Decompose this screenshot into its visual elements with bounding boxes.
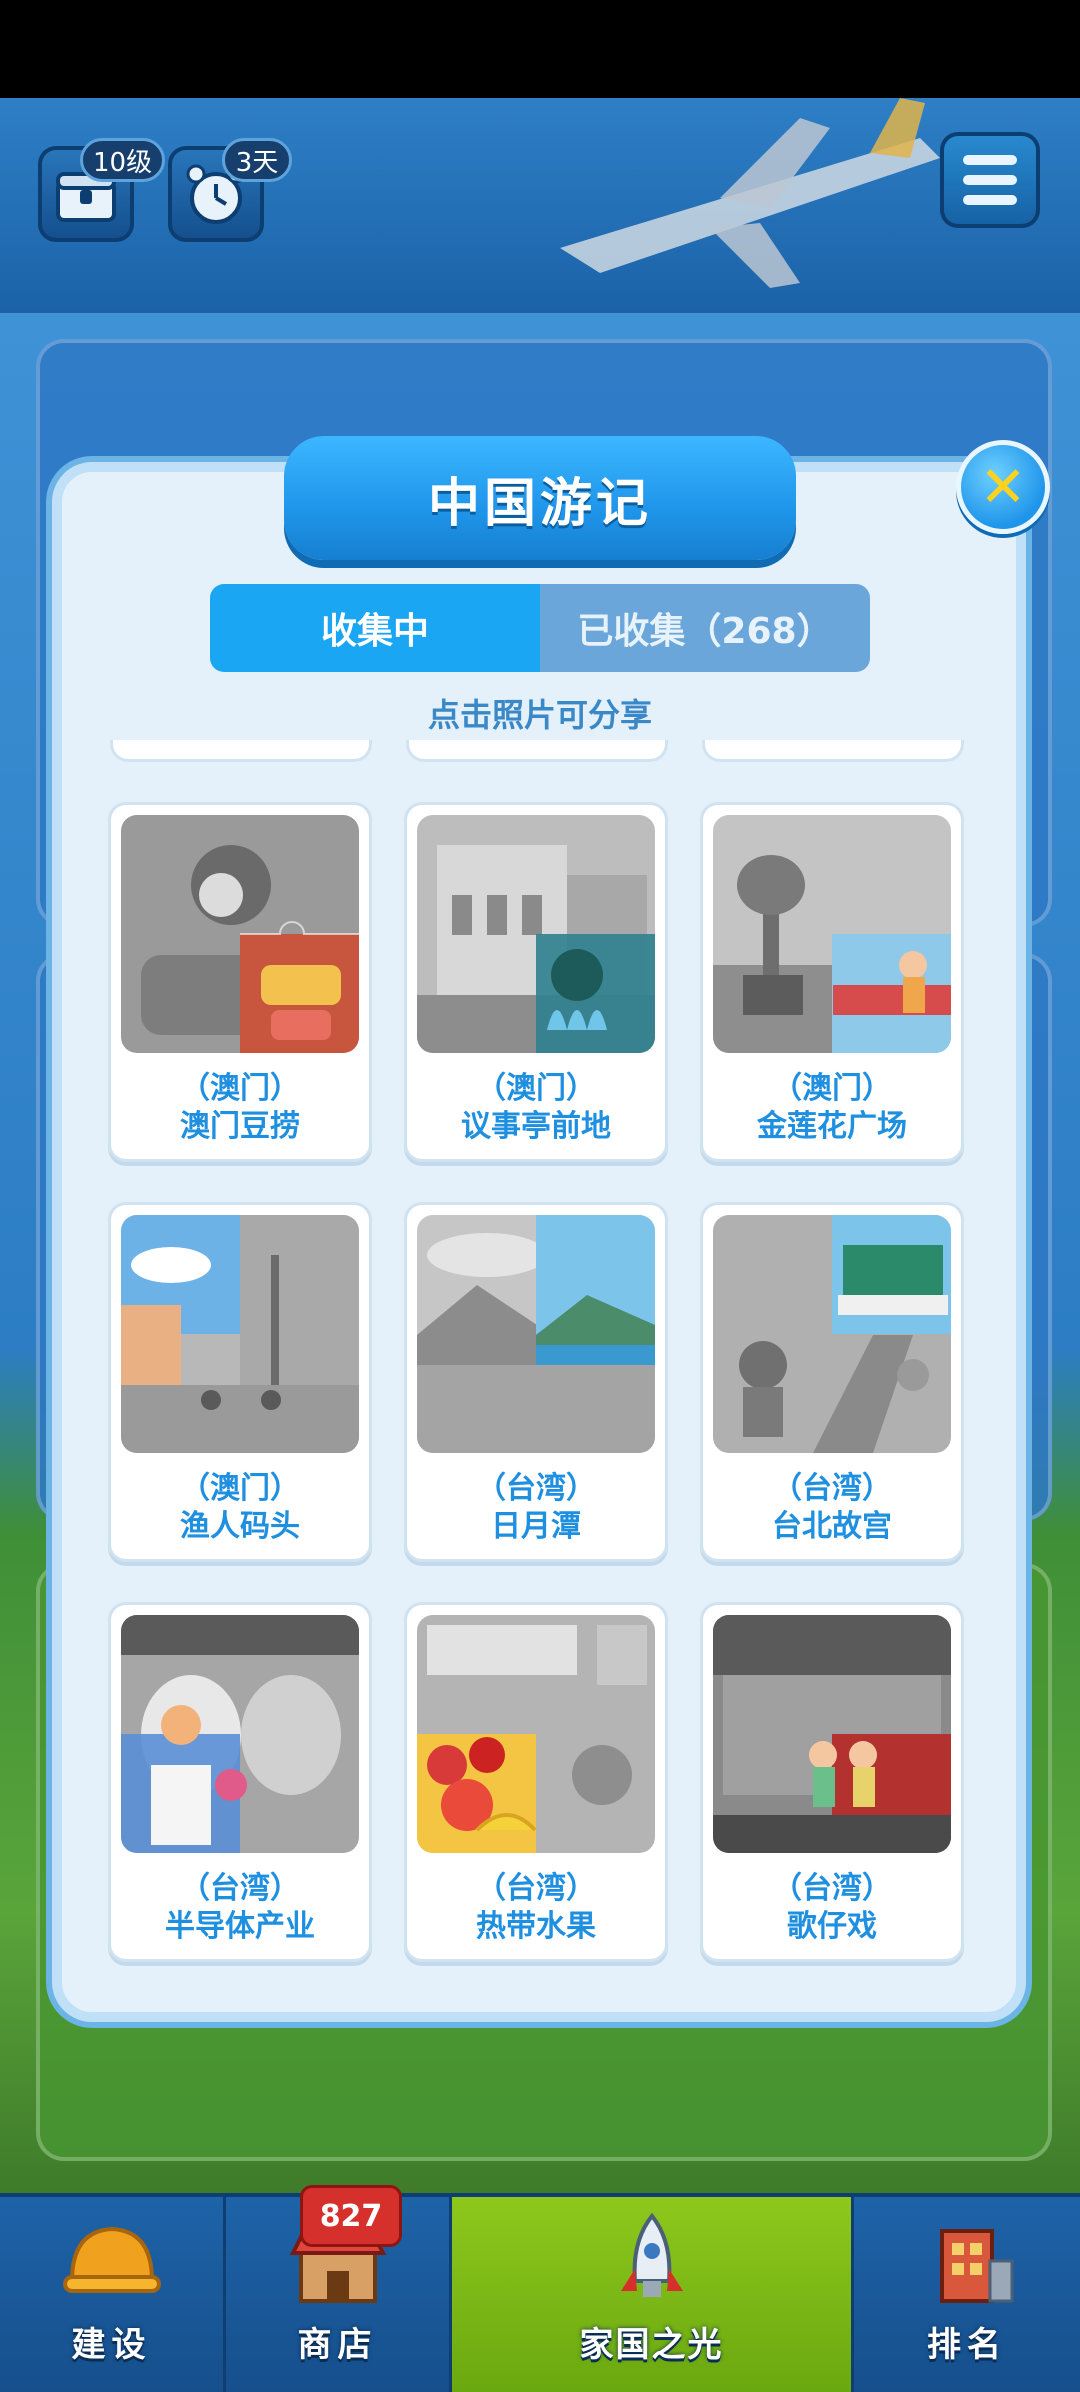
nav-build[interactable]: 建设 [0, 2197, 226, 2392]
photo-thumbnail[interactable] [417, 815, 655, 1053]
card-name: 台北故宫 [772, 1509, 892, 1544]
level-badge: 10级 [80, 138, 166, 182]
top-hud: 10级 3天 [0, 98, 1080, 319]
photo-card[interactable]: （台湾） 台北故宫 [700, 1202, 964, 1562]
previous-row-edge [702, 740, 964, 762]
menu-button[interactable] [940, 132, 1040, 228]
photo-thumbnail[interactable] [713, 815, 951, 1053]
photo-card[interactable]: （澳门） 渔人码头 [108, 1202, 372, 1562]
nav-label: 商店 [297, 2325, 378, 2365]
photo-card[interactable]: （澳门） 澳门豆捞 [108, 802, 372, 1162]
nav-home-light[interactable]: 家国之光 [452, 2197, 854, 2392]
photo-thumbnail[interactable] [121, 1215, 359, 1453]
photo-thumbnail[interactable] [121, 1615, 359, 1853]
card-name: 金莲花广场 [757, 1109, 907, 1144]
nav-ranking[interactable]: 排名 [854, 2197, 1080, 2392]
tab-collecting[interactable]: 收集中 [210, 584, 540, 672]
previous-row-edge [110, 740, 372, 762]
rocket-icon [620, 2212, 683, 2297]
nav-shop[interactable]: 827 商店 [226, 2185, 452, 2392]
photo-thumbnail[interactable] [417, 1215, 655, 1453]
photo-thumbnail[interactable] [713, 1215, 951, 1453]
photo-thumbnail[interactable] [713, 1615, 951, 1853]
tab-collected[interactable]: 已收集（268） [540, 584, 870, 672]
card-name: 渔人码头 [180, 1509, 300, 1544]
dialog-title: 中国游记 [427, 473, 652, 534]
card-name: 日月潭 [491, 1509, 581, 1544]
shop-badge: 827 [300, 2185, 402, 2247]
photo-card[interactable]: （台湾） 日月潭 [404, 1202, 668, 1562]
nav-label: 家国之光 [579, 2325, 724, 2365]
photo-card[interactable]: （台湾） 半导体产业 [108, 1602, 372, 1962]
nav-label: 建设 [71, 2325, 152, 2365]
previous-row-edge [406, 740, 668, 762]
card-name: 澳门豆捞 [180, 1109, 300, 1144]
tab-bar: 收集中 已收集（268） [210, 584, 870, 672]
building-icon [940, 2229, 1014, 2303]
days-badge: 3天 [222, 138, 292, 182]
share-hint: 点击照片可分享 [427, 696, 652, 734]
photo-card[interactable]: （台湾） 热带水果 [404, 1602, 668, 1962]
airplane-icon [560, 98, 940, 288]
dialog-title-banner: 中国游记 [284, 436, 796, 560]
card-name: 歌仔戏 [787, 1909, 877, 1944]
close-x-icon: ✕ [979, 454, 1027, 520]
photo-thumbnail[interactable] [121, 815, 359, 1053]
photo-thumbnail[interactable] [417, 1615, 655, 1853]
bottom-nav: 建设 827 商店 家国之光 排名 [0, 2185, 1080, 2392]
photo-card[interactable]: （台湾） 歌仔戏 [700, 1602, 964, 1962]
card-name: 议事亭前地 [461, 1109, 611, 1144]
photo-card[interactable]: （澳门） 议事亭前地 [404, 802, 668, 1162]
hamburger-icon [963, 155, 1017, 165]
card-name: 半导体产业 [165, 1909, 315, 1944]
photo-card[interactable]: （澳门） 金莲花广场 [700, 802, 964, 1162]
card-name: 热带水果 [476, 1909, 596, 1944]
hardhat-icon [62, 2226, 161, 2293]
nav-label: 排名 [927, 2325, 1007, 2365]
status-bar [0, 0, 1080, 98]
close-button[interactable]: ✕ [956, 440, 1050, 534]
